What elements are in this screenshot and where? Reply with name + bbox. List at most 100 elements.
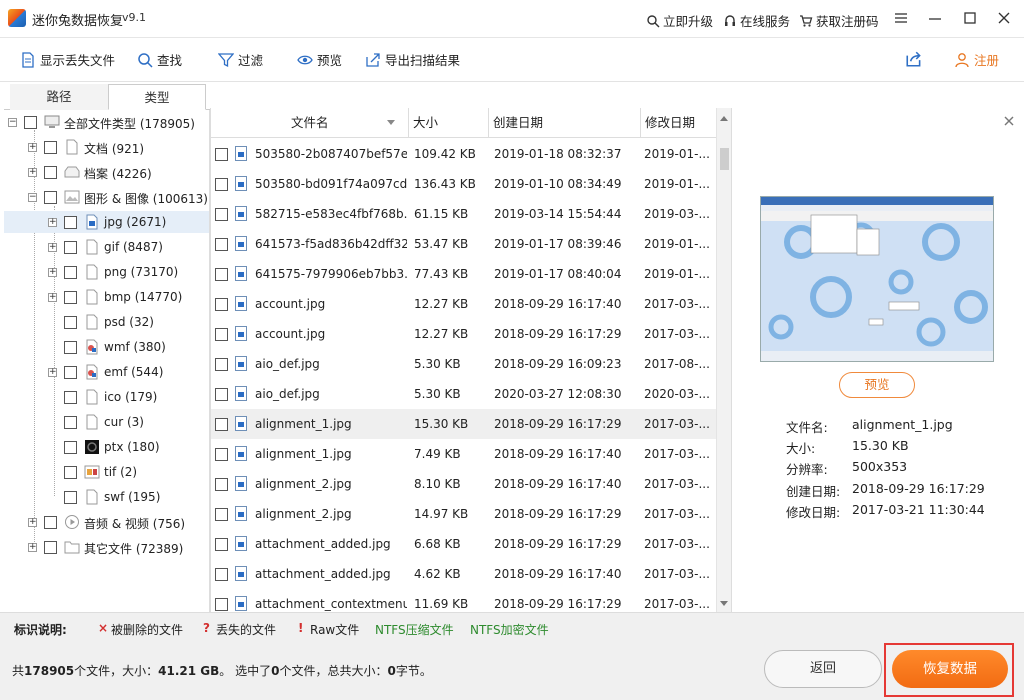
recover-data-button[interactable]: 恢复数据 xyxy=(892,650,1008,688)
checkbox[interactable] xyxy=(64,466,77,479)
table-row[interactable]: 503580-2b087407bef57e... 109.42 KB 2019-01… xyxy=(211,139,716,169)
checkbox[interactable] xyxy=(64,316,77,329)
row-checkbox[interactable] xyxy=(215,598,228,611)
expand-toggle[interactable]: + xyxy=(48,368,57,377)
checkbox[interactable] xyxy=(44,516,57,529)
upgrade-link[interactable]: 立即升级 xyxy=(646,11,713,30)
expand-toggle[interactable]: + xyxy=(28,518,37,527)
table-row[interactable]: account.jpg 12.27 KB 2018-09-29 16:17:29 20… xyxy=(211,319,716,349)
tree-item-other[interactable]: + 其它文件 (72389) xyxy=(4,536,209,558)
checkbox[interactable] xyxy=(24,116,37,129)
checkbox[interactable] xyxy=(64,441,77,454)
share-button[interactable] xyxy=(905,50,923,68)
expand-toggle[interactable]: + xyxy=(48,268,57,277)
row-checkbox[interactable] xyxy=(215,508,228,521)
checkbox[interactable] xyxy=(64,241,77,254)
checkbox[interactable] xyxy=(44,166,57,179)
tree-item-images[interactable]: − 图形 & 图像 (100613) xyxy=(4,186,209,208)
tab-type[interactable]: 类型 xyxy=(108,84,206,110)
find-button[interactable]: 查找 xyxy=(137,50,182,69)
preview-button[interactable]: 预览 xyxy=(297,50,342,69)
table-row[interactable]: alignment_1.jpg 7.49 KB 2018-09-29 16:17:4… xyxy=(211,439,716,469)
maximize-button[interactable] xyxy=(952,4,988,32)
vertical-scrollbar[interactable] xyxy=(716,108,731,612)
scrollbar-thumb[interactable] xyxy=(720,148,729,170)
row-checkbox[interactable] xyxy=(215,298,228,311)
tree-item-ico[interactable]: ico (179) xyxy=(4,386,209,408)
tab-path[interactable]: 路径 xyxy=(10,84,108,110)
row-checkbox[interactable] xyxy=(215,328,228,341)
expand-toggle[interactable]: + xyxy=(48,293,57,302)
checkbox[interactable] xyxy=(44,191,57,204)
tree-item-media[interactable]: + 音频 & 视频 (756) xyxy=(4,511,209,533)
sort-desc-icon[interactable] xyxy=(387,120,395,125)
tree-item-wmf[interactable]: wmf (380) xyxy=(4,336,209,358)
table-row[interactable]: aio_def.jpg 5.30 KB 2020-03-27 12:08:30 202… xyxy=(211,379,716,409)
row-checkbox[interactable] xyxy=(215,418,228,431)
tree-item-psd[interactable]: psd (32) xyxy=(4,311,209,333)
tree-item-swf[interactable]: swf (195) xyxy=(4,486,209,508)
checkbox[interactable] xyxy=(64,291,77,304)
tree-item-documents[interactable]: + 文档 (921) xyxy=(4,136,209,158)
checkbox[interactable] xyxy=(44,141,57,154)
tree-item-gif[interactable]: + gif (8487) xyxy=(4,236,209,258)
table-row[interactable]: attachment_added.jpg 4.62 KB 2018-09-29 16… xyxy=(211,559,716,589)
expand-toggle[interactable]: + xyxy=(48,243,57,252)
minimize-button[interactable] xyxy=(917,4,953,32)
column-header-created[interactable]: 创建日期 xyxy=(489,108,641,138)
expand-toggle[interactable]: + xyxy=(28,143,37,152)
table-row[interactable]: 641573-f5ad836b42dff32... 53.47 KB 2019-01… xyxy=(211,229,716,259)
close-icon[interactable] xyxy=(1004,116,1014,126)
row-checkbox[interactable] xyxy=(215,388,228,401)
tree-item-jpg[interactable]: + jpg (2671) xyxy=(4,211,209,233)
row-checkbox[interactable] xyxy=(215,148,228,161)
row-checkbox[interactable] xyxy=(215,178,228,191)
row-checkbox[interactable] xyxy=(215,568,228,581)
tree-item-ptx[interactable]: ptx (180) xyxy=(4,436,209,458)
row-checkbox[interactable] xyxy=(215,208,228,221)
row-checkbox[interactable] xyxy=(215,448,228,461)
table-row[interactable]: alignment_2.jpg 8.10 KB 2018-09-29 16:17:4… xyxy=(211,469,716,499)
table-row[interactable]: attachment_added.jpg 6.68 KB 2018-09-29 16… xyxy=(211,529,716,559)
checkbox[interactable] xyxy=(44,541,57,554)
tree-item-archives[interactable]: + 档案 (4226) xyxy=(4,161,209,183)
checkbox[interactable] xyxy=(64,416,77,429)
tree-item-png[interactable]: + png (73170) xyxy=(4,261,209,283)
table-row[interactable]: aio_def.jpg 5.30 KB 2018-09-29 16:09:23 201… xyxy=(211,349,716,379)
checkbox[interactable] xyxy=(64,366,77,379)
table-row[interactable]: account.jpg 12.27 KB 2018-09-29 16:17:40 20… xyxy=(211,289,716,319)
menu-button[interactable] xyxy=(883,4,919,32)
row-checkbox[interactable] xyxy=(215,268,228,281)
checkbox[interactable] xyxy=(64,266,77,279)
table-row[interactable]: 582715-e583ec4fbf768b... 61.15 KB 2019-03-… xyxy=(211,199,716,229)
table-row[interactable]: alignment_1.jpg 15.30 KB 2018-09-29 16:17:… xyxy=(211,409,716,439)
filter-button[interactable]: 过滤 xyxy=(218,50,263,69)
expand-toggle[interactable]: + xyxy=(28,543,37,552)
tree-item-all[interactable]: − 全部文件类型 (178905) xyxy=(4,111,209,133)
checkbox[interactable] xyxy=(64,341,77,354)
checkbox[interactable] xyxy=(64,491,77,504)
column-header-name[interactable]: 文件名 xyxy=(211,108,409,138)
table-row[interactable]: alignment_2.jpg 14.97 KB 2018-09-29 16:17:… xyxy=(211,499,716,529)
register-button[interactable]: 注册 xyxy=(954,50,999,69)
scroll-up-icon[interactable] xyxy=(720,116,728,121)
checkbox[interactable] xyxy=(64,391,77,404)
table-row[interactable]: 503580-bd091f74a097cd... 136.43 KB 2019-01… xyxy=(211,169,716,199)
table-row[interactable]: 641575-7979906eb7bb3... 77.43 KB 2019-01-1… xyxy=(211,259,716,289)
show-lost-files-button[interactable]: 显示丢失文件 xyxy=(20,50,115,69)
scroll-down-icon[interactable] xyxy=(720,601,728,606)
column-header-size[interactable]: 大小 xyxy=(409,108,489,138)
checkbox[interactable] xyxy=(64,216,77,229)
row-checkbox[interactable] xyxy=(215,238,228,251)
preview-action-button[interactable]: 预览 xyxy=(839,372,915,398)
collapse-toggle[interactable]: − xyxy=(28,193,37,202)
collapse-toggle[interactable]: − xyxy=(8,118,17,127)
get-code-link[interactable]: 获取注册码 xyxy=(799,11,879,30)
row-checkbox[interactable] xyxy=(215,478,228,491)
tree-item-tif[interactable]: tif (2) xyxy=(4,461,209,483)
close-button[interactable] xyxy=(986,4,1022,32)
tree-item-emf[interactable]: + emf (544) xyxy=(4,361,209,383)
tree-item-bmp[interactable]: + bmp (14770) xyxy=(4,286,209,308)
export-results-button[interactable]: 导出扫描结果 xyxy=(365,50,460,69)
tree-item-cur[interactable]: cur (3) xyxy=(4,411,209,433)
